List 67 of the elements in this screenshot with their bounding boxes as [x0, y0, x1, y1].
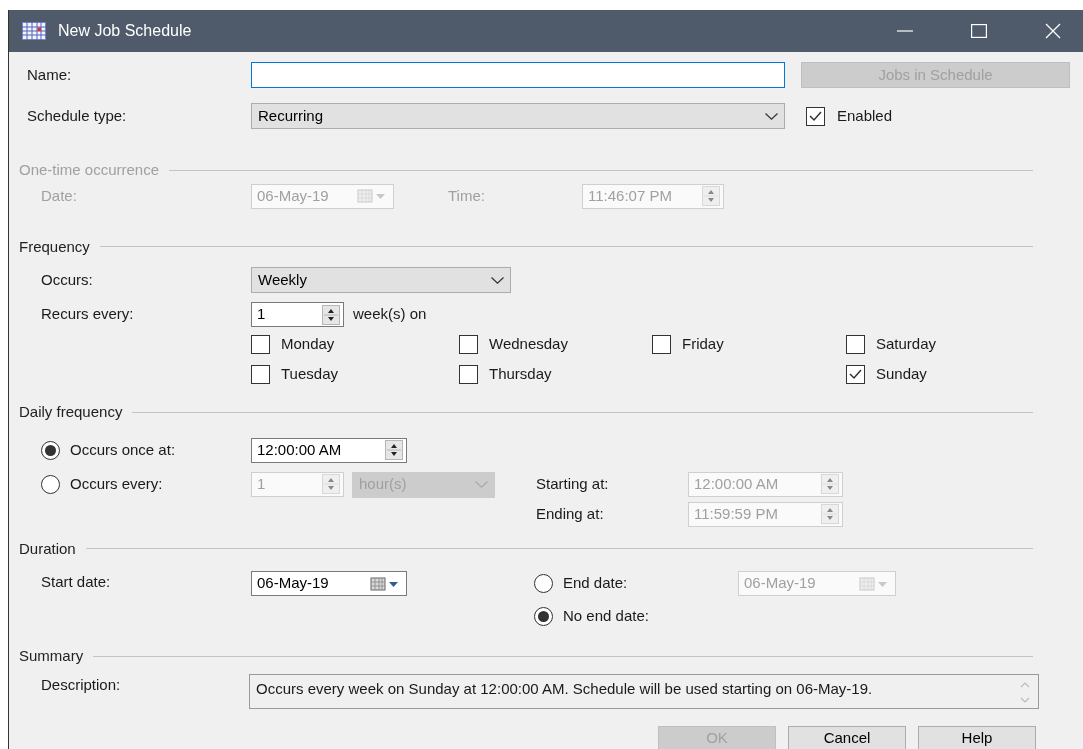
calendar-grid-icon: [22, 22, 46, 40]
checkbox[interactable]: [251, 364, 270, 384]
field-label: Occurs:: [40, 269, 94, 290]
field-label: Date:: [40, 185, 78, 206]
field-label: Time:: [448, 185, 486, 206]
checkbox[interactable]: [459, 334, 478, 354]
field-label: Starting at:: [536, 473, 610, 494]
dialog-button[interactable]: Cancel: [788, 725, 906, 749]
maximize-icon: [971, 24, 987, 38]
field-label: Schedule type:: [26, 105, 128, 126]
chevron-down-icon: [475, 481, 488, 488]
spin-field[interactable]: 1: [251, 302, 344, 327]
checkbox-label: Sunday: [876, 363, 927, 384]
checkbox[interactable]: [806, 106, 825, 126]
spin-field[interactable]: 11:59:59 PM: [688, 501, 843, 527]
section-heading: Duration: [19, 538, 76, 559]
section-heading: Daily frequency: [19, 402, 123, 422]
dialog-button[interactable]: Help: [918, 725, 1036, 749]
checkbox-label: Tuesday: [281, 363, 338, 384]
checkbox-label: Thursday: [489, 363, 552, 384]
field-label: Name:: [26, 64, 73, 85]
date-picker[interactable]: 06-May-19: [251, 571, 407, 596]
name-field[interactable]: [251, 62, 785, 88]
description-text: Occurs every week on Sunday at 12:00:00 AM. Schedule will be used starting on 06-May-19.: [256, 678, 873, 699]
close-icon: [1045, 23, 1061, 39]
radio-label: No end date:: [563, 606, 649, 627]
checkbox[interactable]: [459, 364, 478, 384]
radio-button[interactable]: [534, 607, 553, 626]
field-label: Recurs every:: [40, 304, 135, 325]
spinner-arrows-icon[interactable]: [385, 440, 403, 460]
radio-button[interactable]: [534, 574, 553, 593]
chevron-down-icon: [491, 276, 504, 284]
checkbox-label: Monday: [281, 333, 335, 354]
checkbox-label: Friday: [682, 333, 724, 354]
checkmark-icon: [849, 368, 862, 380]
calendar-dropdown-icon[interactable]: [370, 576, 400, 591]
radio-label: End date:: [563, 573, 628, 594]
checkbox[interactable]: [652, 334, 671, 354]
checkbox[interactable]: [251, 334, 270, 354]
radio-label: Occurs every:: [70, 473, 163, 494]
spin-field[interactable]: 12:00:00 AM: [688, 471, 843, 497]
checkbox-label: Enabled: [837, 105, 893, 126]
unit-label: week(s) on: [353, 304, 427, 325]
radio-button[interactable]: [41, 474, 60, 494]
field-label: Start date:: [40, 572, 112, 592]
radio-button[interactable]: [41, 440, 60, 460]
radio-label: Occurs once at:: [70, 439, 176, 460]
dropdown[interactable]: Weekly: [251, 267, 511, 293]
section-heading: Summary: [19, 646, 84, 666]
spin-field[interactable]: 1: [251, 471, 344, 497]
checkbox[interactable]: [846, 364, 865, 384]
description-box[interactable]: Occurs every week on Sunday at 12:00:00 AM. Schedule will be used starting on 06-May-19.: [249, 673, 1039, 709]
field-label: Ending at:: [536, 503, 605, 524]
checkbox[interactable]: [846, 334, 865, 354]
window-title: New Job Schedule: [58, 21, 192, 41]
dropdown[interactable]: Recurring: [251, 103, 785, 129]
spin-field[interactable]: 12:00:00 AM: [251, 437, 407, 463]
section-heading: Frequency: [19, 236, 90, 257]
checkbox-label: Wednesday: [489, 333, 568, 354]
checkbox-label: Saturday: [876, 333, 937, 354]
minimize-icon: [897, 30, 913, 32]
field-label: Description:: [40, 674, 122, 695]
date-picker[interactable]: 06-May-19: [738, 571, 896, 596]
spinner-arrows-icon[interactable]: [322, 304, 340, 325]
checkmark-icon: [809, 110, 822, 122]
chevron-down-icon: [765, 112, 778, 120]
section-heading: One-time occurrence: [19, 160, 160, 180]
